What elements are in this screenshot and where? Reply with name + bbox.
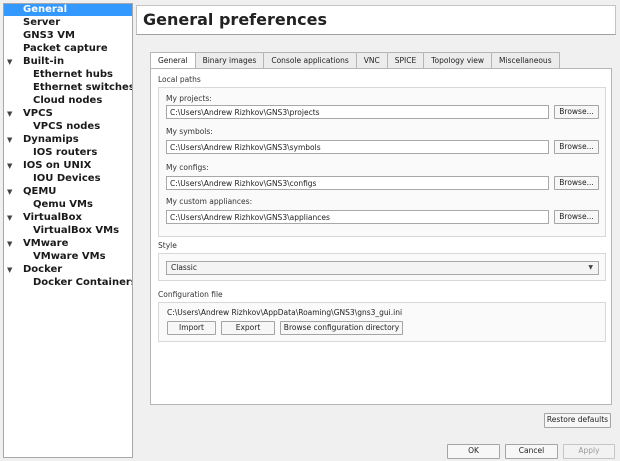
page-title-bar: General preferences — [136, 5, 616, 35]
sidebar-item-label: VirtualBox VMs — [33, 225, 120, 236]
tab-topology-view[interactable]: Topology view — [424, 52, 493, 69]
preferences-sidebar-tree[interactable]: General Server GNS3 VM Packet capture ▼ Built… — [3, 3, 133, 458]
sidebar-item-vpcs-nodes[interactable]: VPCS nodes — [4, 121, 132, 133]
sidebar-item-vmware-vms[interactable]: VMware VMs — [4, 251, 132, 263]
sidebar-item-label: VMware VMs — [33, 251, 106, 262]
sidebar-item-vpcs[interactable]: ▼ VPCS — [4, 108, 132, 120]
sidebar-item-label: VMware — [23, 238, 69, 249]
sidebar-item-server[interactable]: Server — [4, 17, 132, 29]
apply-button[interactable]: Apply — [563, 444, 615, 459]
projects-browse-button[interactable]: Browse... — [554, 105, 599, 119]
sidebar-item-label: VPCS — [23, 108, 53, 119]
appliances-browse-button[interactable]: Browse... — [554, 210, 599, 224]
chevron-down-icon: ▼ — [588, 264, 593, 271]
configs-browse-button[interactable]: Browse... — [554, 176, 599, 190]
projects-label: My projects: — [166, 94, 212, 103]
style-selected-value: Classic — [171, 263, 197, 272]
sidebar-item-ios-routers[interactable]: IOS routers — [4, 147, 132, 159]
sidebar-item-general[interactable]: General — [4, 4, 132, 16]
sidebar-item-label: IOS on UNIX — [23, 160, 92, 171]
sidebar-item-cloud-nodes[interactable]: Cloud nodes — [4, 95, 132, 107]
sidebar-item-ethernet-hubs[interactable]: Ethernet hubs — [4, 69, 132, 81]
symbols-path-input[interactable] — [166, 140, 549, 154]
ok-button[interactable]: OK — [447, 444, 500, 459]
sidebar-item-virtualbox[interactable]: ▼ VirtualBox — [4, 212, 132, 224]
sidebar-item-ethernet-switches[interactable]: Ethernet switches — [4, 82, 132, 94]
expand-arrow-icon[interactable]: ▼ — [7, 238, 15, 250]
expand-arrow-icon[interactable]: ▼ — [7, 212, 15, 224]
sidebar-item-packet-capture[interactable]: Packet capture — [4, 43, 132, 55]
sidebar-item-label: Built-in — [23, 56, 65, 67]
sidebar-item-label: Docker Containers — [33, 277, 133, 288]
configs-path-input[interactable] — [166, 176, 549, 190]
expand-arrow-icon[interactable]: ▼ — [7, 186, 15, 198]
local-paths-group: My projects: Browse... My symbols: Brows… — [158, 87, 606, 237]
sidebar-item-qemu-vms[interactable]: Qemu VMs — [4, 199, 132, 211]
configuration-file-label: Configuration file — [158, 290, 223, 299]
tab-binary-images[interactable]: Binary images — [195, 52, 265, 69]
symbols-label: My symbols: — [166, 127, 213, 136]
expand-arrow-icon[interactable]: ▼ — [7, 134, 15, 146]
tab-miscellaneous[interactable]: Miscellaneous — [492, 52, 560, 69]
sidebar-item-vmware[interactable]: ▼ VMware — [4, 238, 132, 250]
sidebar-item-label: Ethernet hubs — [33, 69, 113, 80]
sidebar-item-label: QEMU — [23, 186, 57, 197]
general-tab-panel: Local paths My projects: Browse... My sy… — [150, 68, 612, 405]
sidebar-item-label: VirtualBox — [23, 212, 82, 223]
projects-path-input[interactable] — [166, 105, 549, 119]
sidebar-item-label: IOS routers — [33, 147, 98, 158]
style-group: Classic ▼ — [158, 253, 606, 281]
sidebar-item-label: Dynamips — [23, 134, 79, 145]
sidebar-item-gns3-vm[interactable]: GNS3 VM — [4, 30, 132, 42]
import-button[interactable]: Import — [167, 321, 216, 335]
sidebar-item-built-in[interactable]: ▼ Built-in — [4, 56, 132, 68]
sidebar-item-virtualbox-vms[interactable]: VirtualBox VMs — [4, 225, 132, 237]
expand-arrow-icon[interactable]: ▼ — [7, 56, 15, 68]
sidebar-item-label: VPCS nodes — [33, 121, 101, 132]
tab-vnc[interactable]: VNC — [356, 52, 388, 69]
sidebar-item-label: Packet capture — [23, 43, 108, 54]
export-button[interactable]: Export — [221, 321, 275, 335]
tab-console-applications[interactable]: Console applications — [264, 52, 357, 69]
sidebar-item-docker[interactable]: ▼ Docker — [4, 264, 132, 276]
symbols-browse-button[interactable]: Browse... — [554, 140, 599, 154]
sidebar-item-qemu[interactable]: ▼ QEMU — [4, 186, 132, 198]
appliances-path-input[interactable] — [166, 210, 549, 224]
style-label: Style — [158, 241, 177, 250]
expand-arrow-icon[interactable]: ▼ — [7, 264, 15, 276]
appliances-label: My custom appliances: — [166, 197, 253, 206]
sidebar-item-ios-on-unix[interactable]: ▼ IOS on UNIX — [4, 160, 132, 172]
expand-arrow-icon[interactable]: ▼ — [7, 108, 15, 120]
sidebar-item-label: General — [23, 4, 67, 15]
configuration-file-path: C:\Users\Andrew Rizhkov\AppData\Roaming\… — [167, 308, 403, 317]
sidebar-item-dynamips[interactable]: ▼ Dynamips — [4, 134, 132, 146]
sidebar-item-label: Cloud nodes — [33, 95, 103, 106]
sidebar-item-docker-containers[interactable]: Docker Containers — [4, 277, 132, 289]
cancel-button[interactable]: Cancel — [505, 444, 558, 459]
sidebar-item-label: Server — [23, 17, 61, 28]
sidebar-item-label: IOU Devices — [33, 173, 101, 184]
browse-configuration-directory-button[interactable]: Browse configuration directory — [280, 321, 403, 335]
configs-label: My configs: — [166, 163, 209, 172]
page-title: General preferences — [143, 10, 327, 29]
sidebar-item-label: Ethernet switches — [33, 82, 133, 93]
sidebar-item-iou-devices[interactable]: IOU Devices — [4, 173, 132, 185]
expand-arrow-icon[interactable]: ▼ — [7, 160, 15, 172]
sidebar-item-label: Docker — [23, 264, 63, 275]
local-paths-label: Local paths — [158, 75, 201, 84]
configuration-file-group: C:\Users\Andrew Rizhkov\AppData\Roaming\… — [158, 302, 606, 342]
tab-spice[interactable]: SPICE — [387, 52, 425, 69]
restore-defaults-button[interactable]: Restore defaults — [544, 413, 611, 428]
style-select[interactable]: Classic ▼ — [166, 261, 599, 275]
sidebar-item-label: GNS3 VM — [23, 30, 75, 41]
sidebar-item-label: Qemu VMs — [33, 199, 93, 210]
tab-bar: General Binary images Console applications… — [150, 52, 560, 70]
